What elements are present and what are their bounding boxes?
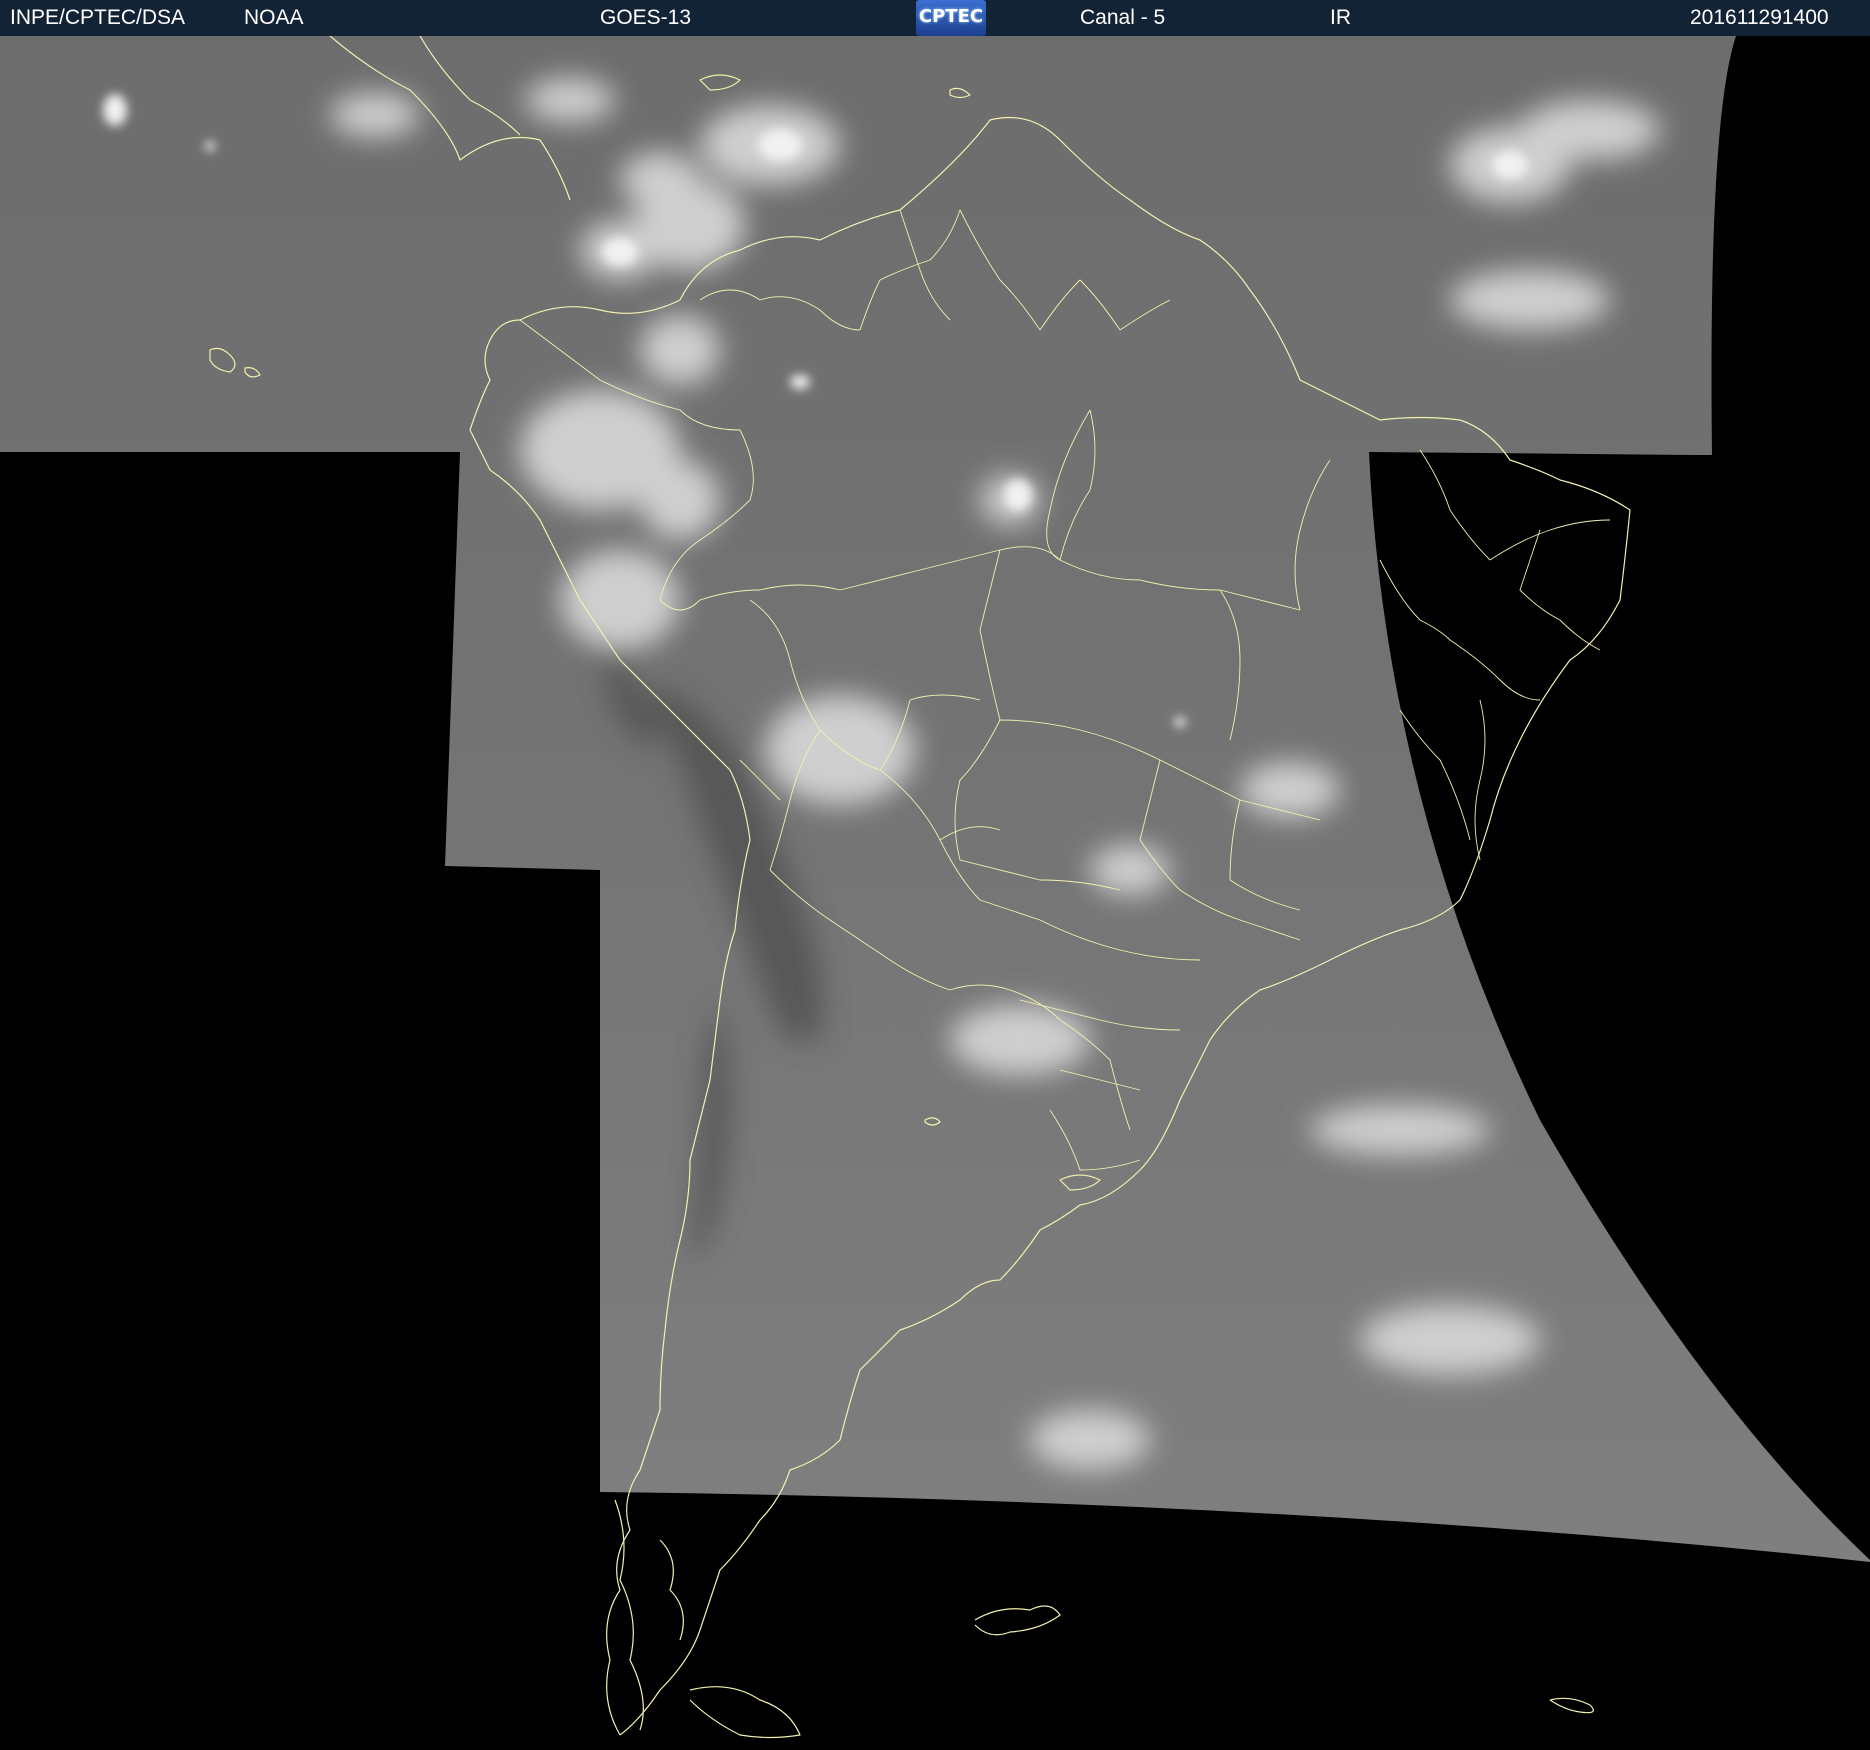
image-header: INPE/CPTEC/DSA NOAA GOES-13 CPTEC Canal … xyxy=(0,0,1870,36)
satellite-ir-map xyxy=(0,36,1870,1750)
agency-label: NOAA xyxy=(244,6,304,29)
organization-label: INPE/CPTEC/DSA xyxy=(10,6,186,29)
timestamp-label: 201611291400 xyxy=(1690,6,1829,29)
band-label: IR xyxy=(1330,6,1351,29)
satellite-label: GOES-13 xyxy=(600,6,692,29)
logo-text: CPTEC xyxy=(918,6,984,27)
channel-label: Canal - 5 xyxy=(1080,6,1166,29)
cptec-logo: CPTEC xyxy=(916,0,986,36)
